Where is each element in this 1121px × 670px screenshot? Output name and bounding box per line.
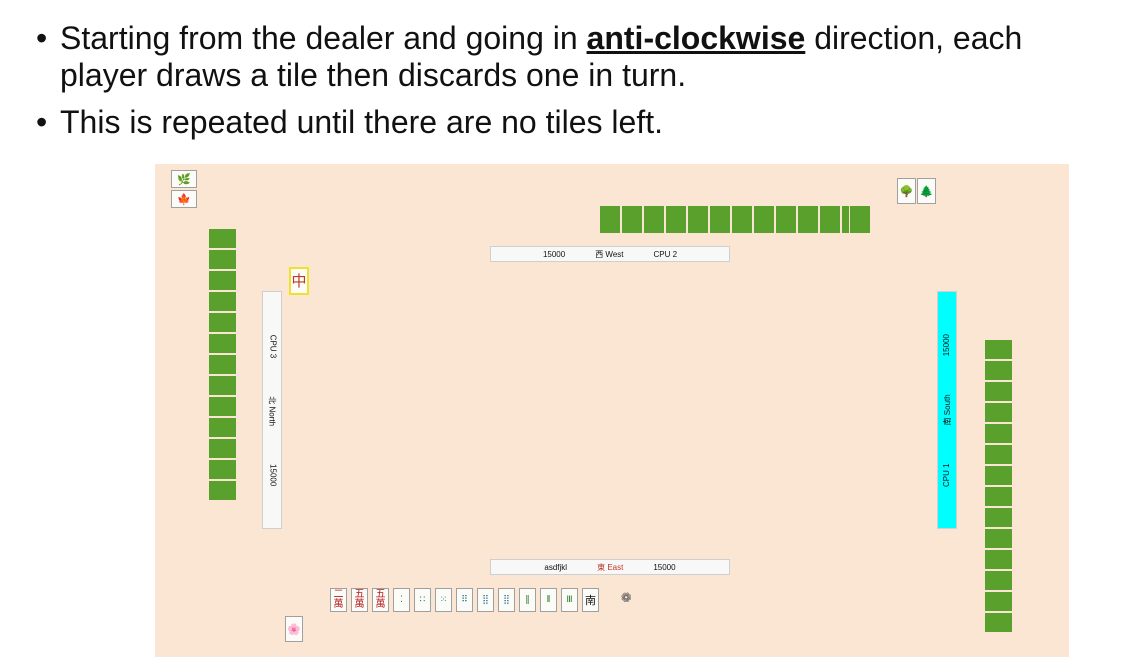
- west-score: 15000: [542, 249, 566, 259]
- west-wind: 西 West: [595, 249, 624, 259]
- hidden-tile: [753, 205, 775, 234]
- hidden-tile: [984, 339, 1013, 360]
- hidden-tile: [208, 354, 237, 375]
- hidden-tile: [984, 612, 1013, 633]
- east-wind: 東 East: [597, 562, 623, 573]
- hidden-tile: [984, 570, 1013, 591]
- hand-tile-5-character[interactable]: 五萬: [372, 588, 389, 612]
- south-score: 15000: [941, 333, 951, 356]
- hidden-tile: [984, 486, 1013, 507]
- hand-tile-3-bamboo[interactable]: ⦀: [540, 588, 557, 612]
- west-player-info: 15000 西 West CPU 2: [490, 246, 730, 262]
- hidden-tile: [984, 465, 1013, 486]
- hidden-tile: [687, 205, 709, 234]
- hidden-tile: [849, 205, 871, 234]
- hidden-tile: [208, 417, 237, 438]
- hand-tile-2-bamboo[interactable]: ‖: [519, 588, 536, 612]
- hidden-tile: [208, 459, 237, 480]
- hand-tile-2-dots[interactable]: ⁚: [393, 588, 410, 612]
- hidden-tile: [208, 249, 237, 270]
- hand-tile-9-dots[interactable]: ⣿: [498, 588, 515, 612]
- east-player-name: asdfjkl: [544, 562, 568, 572]
- hidden-tile: [984, 444, 1013, 465]
- hidden-tile: [208, 333, 237, 354]
- player-flower-tile: 🌸: [285, 616, 303, 642]
- hand-tile-4-dots[interactable]: ∷: [414, 588, 431, 612]
- drawn-tile-icon[interactable]: ❁: [614, 586, 637, 609]
- north-player-info: CPU 3 北 North 15000: [262, 291, 282, 529]
- hidden-tile: [984, 591, 1013, 612]
- south-wind: 南 South: [942, 393, 952, 425]
- east-player-info: asdfjkl 東 East 15000: [490, 559, 730, 575]
- hidden-tile: [731, 205, 753, 234]
- north-wind: 北 North: [267, 395, 277, 426]
- hidden-tile: [709, 205, 731, 234]
- hidden-tile: [984, 507, 1013, 528]
- hidden-tile: [599, 205, 621, 234]
- hand-tile-8-dots[interactable]: ⣿: [477, 588, 494, 612]
- anti-clockwise-emphasis: anti-clockwise: [586, 20, 806, 56]
- discard-red-dragon-tile[interactable]: 中: [289, 267, 309, 295]
- hidden-tile: [208, 438, 237, 459]
- bullet-dot: •: [36, 104, 48, 140]
- hidden-tile: [208, 375, 237, 396]
- east-score: 15000: [653, 562, 676, 572]
- hand-tile-6-dots[interactable]: ⠿: [456, 588, 473, 612]
- hidden-tile: [643, 205, 665, 234]
- hand-tile-5-dots[interactable]: ⁙: [435, 588, 452, 612]
- north-score: 15000: [268, 463, 278, 486]
- hidden-tile: [984, 402, 1013, 423]
- hidden-tile: [208, 396, 237, 417]
- hand-tile-south-wind[interactable]: 南: [582, 588, 599, 612]
- hand-tile-2-character[interactable]: 二萬: [330, 588, 347, 612]
- hidden-tile: [984, 360, 1013, 381]
- hidden-tile: [621, 205, 643, 234]
- flower-tile: 🌿: [171, 170, 197, 188]
- hidden-tile: [797, 205, 819, 234]
- hidden-tile: [665, 205, 687, 234]
- mahjong-board: 🌿 🍁 🌳 🌲 15000 西 West CPU 2 CPU 3 北 North…: [155, 164, 1069, 657]
- bullet-dot: •: [36, 20, 48, 56]
- flower-tile: 🌲: [917, 178, 936, 204]
- hidden-tile: [984, 423, 1013, 444]
- flower-tile: 🍁: [171, 190, 197, 208]
- north-player-name: CPU 3: [268, 334, 278, 358]
- hidden-tile: [984, 549, 1013, 570]
- east-wind-label: East: [605, 562, 624, 572]
- west-player-name: CPU 2: [653, 249, 678, 259]
- hidden-tile: [208, 480, 237, 501]
- south-player-info: CPU 1 南 South 15000: [937, 291, 957, 529]
- bullet-draw-discard: • Starting from the dealer and going in …: [36, 20, 1116, 94]
- bullet-text-start: Starting from the dealer and going in: [60, 20, 587, 56]
- hidden-tile: [984, 528, 1013, 549]
- south-player-name: CPU 1: [941, 462, 951, 487]
- east-wind-glyph: 東: [597, 562, 606, 572]
- flower-tile: 🌳: [897, 178, 916, 204]
- hidden-tile: [208, 291, 237, 312]
- hand-tile-6-bamboo[interactable]: Ⅲ: [561, 588, 578, 612]
- hidden-tile: [819, 205, 841, 234]
- hidden-tile: [984, 381, 1013, 402]
- bullet-text: This is repeated until there are no tile…: [60, 104, 663, 140]
- hidden-tile: [208, 312, 237, 333]
- bullet-repeat: • This is repeated until there are no ti…: [36, 104, 1116, 141]
- hidden-tile: [208, 228, 237, 249]
- hidden-tile: [775, 205, 797, 234]
- hand-tile-5-character[interactable]: 五萬: [351, 588, 368, 612]
- slide-bullets: • Starting from the dealer and going in …: [36, 20, 1116, 151]
- hidden-tile: [208, 270, 237, 291]
